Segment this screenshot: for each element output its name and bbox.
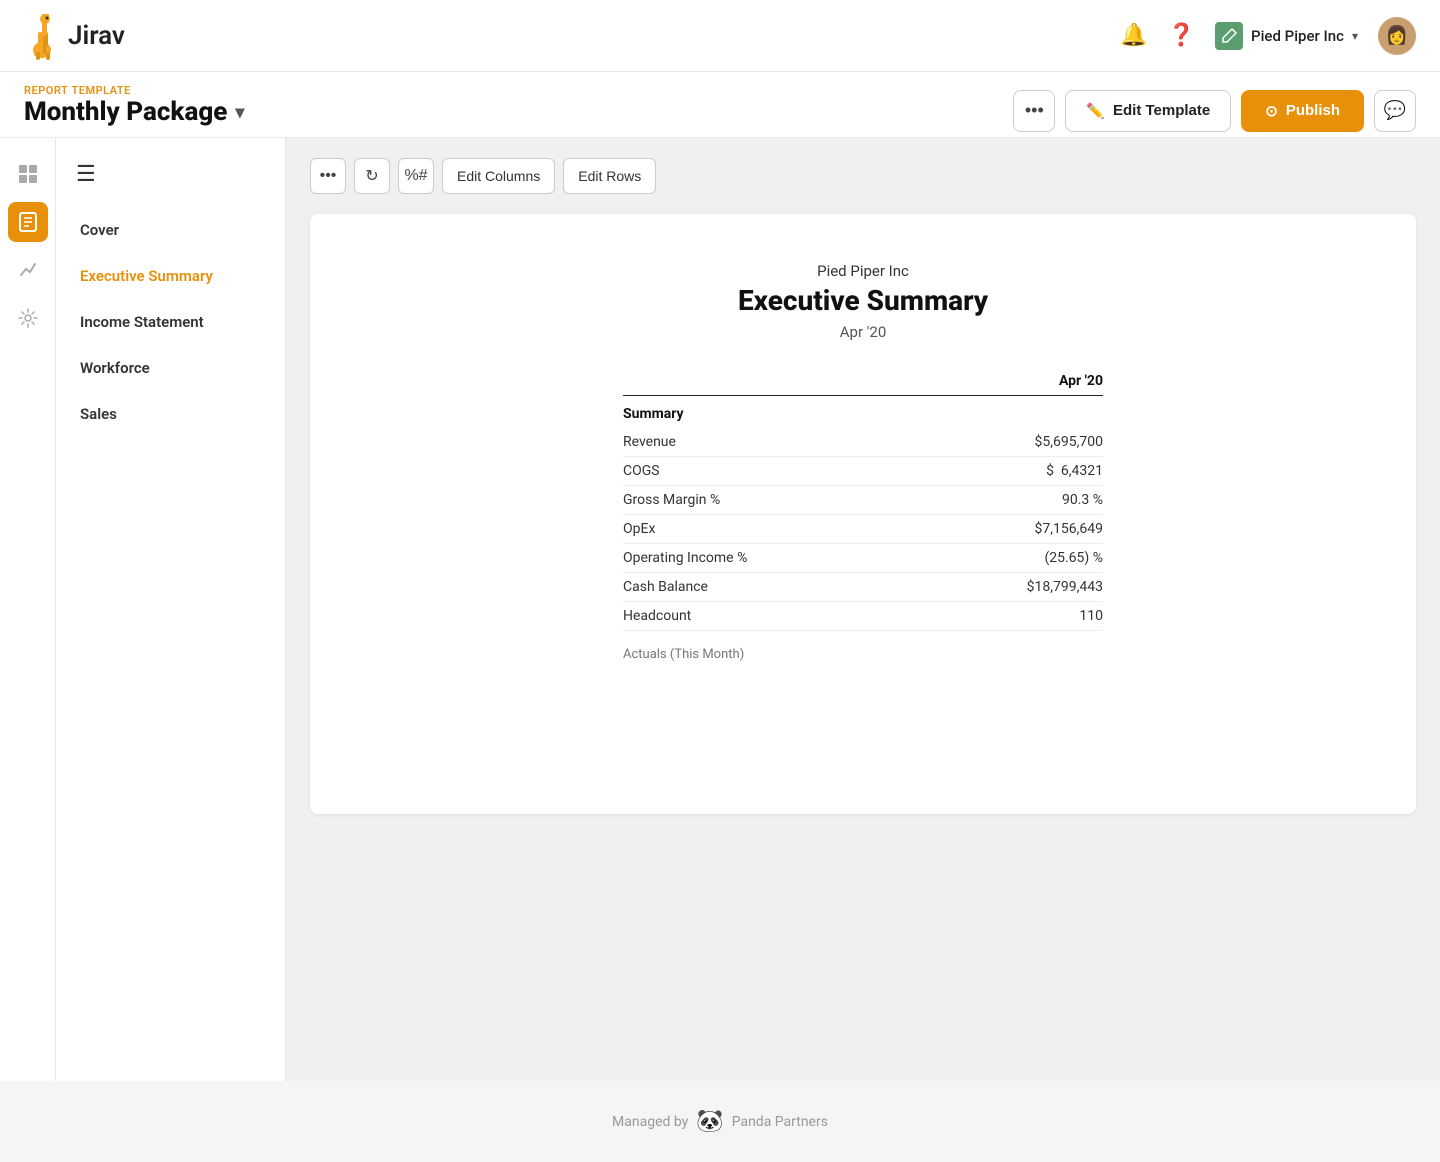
notifications-icon[interactable]: 🔔 <box>1120 23 1147 48</box>
row-label-cogs: COGS <box>623 463 660 479</box>
row-label-gross-margin: Gross Margin % <box>623 492 720 508</box>
nav-right: 🔔 ❓ Pied Piper Inc ▾ 👩 <box>1120 17 1416 55</box>
sub-header-actions: ••• ✏️ Edit Template ⊙ Publish 💬 <box>1013 90 1416 132</box>
section-label-summary: Summary <box>623 396 1103 428</box>
row-value-headcount: 110 <box>983 608 1103 624</box>
report-title-chevron-icon[interactable]: ▾ <box>235 102 244 123</box>
hamburger-icon[interactable]: ☰ <box>56 154 285 207</box>
help-icon[interactable]: ❓ <box>1168 23 1195 48</box>
table-row: Revenue $5,695,700 <box>623 428 1103 457</box>
publish-circle-icon: ⊙ <box>1265 102 1278 120</box>
comment-button[interactable]: 💬 <box>1374 90 1416 132</box>
table-row: OpEx $7,156,649 <box>623 515 1103 544</box>
row-label-headcount: Headcount <box>623 608 691 624</box>
toolbar-format-button[interactable]: %# <box>398 158 434 194</box>
company-name: Pied Piper Inc <box>1251 27 1344 45</box>
toolbar: ••• ↻ %# Edit Columns Edit Rows <box>310 158 1416 194</box>
sidebar-icon-reports[interactable] <box>8 202 48 242</box>
edit-template-button[interactable]: ✏️ Edit Template <box>1065 90 1231 132</box>
publish-button[interactable]: ⊙ Publish <box>1241 90 1364 132</box>
sidebar-item-workforce[interactable]: Workforce <box>56 345 285 391</box>
table-row: Gross Margin % 90.3 % <box>623 486 1103 515</box>
report-date: Apr '20 <box>350 323 1376 341</box>
edit-rows-button[interactable]: Edit Rows <box>563 158 656 194</box>
table-row: Operating Income % (25.65) % <box>623 544 1103 573</box>
sidebar-item-income-statement[interactable]: Income Statement <box>56 299 285 345</box>
sub-header: REPORT TEMPLATE Monthly Package ▾ ••• ✏️… <box>0 72 1440 138</box>
sidebar-icon-dashboard[interactable] <box>8 154 48 194</box>
company-selector[interactable]: Pied Piper Inc ▾ <box>1215 22 1358 50</box>
footer: Managed by 🐼 Panda Partners <box>0 1081 1440 1162</box>
row-value-revenue: $5,695,700 <box>983 434 1103 450</box>
report-card: Pied Piper Inc Executive Summary Apr '20… <box>310 214 1416 814</box>
report-company-name: Pied Piper Inc <box>350 262 1376 280</box>
panda-icon: 🐼 <box>696 1109 723 1134</box>
row-label-operating-income: Operating Income % <box>623 550 747 566</box>
sidebar-icon-settings[interactable] <box>8 298 48 338</box>
sidebar-icon-analytics[interactable] <box>8 250 48 290</box>
toolbar-more-button[interactable]: ••• <box>310 158 346 194</box>
report-label: REPORT TEMPLATE <box>24 84 244 97</box>
actuals-label: Actuals (This Month) <box>623 647 1103 662</box>
app-name: Jirav <box>68 21 125 51</box>
comment-icon: 💬 <box>1384 100 1406 121</box>
report-section-title: Executive Summary <box>350 284 1376 317</box>
report-title: Monthly Package ▾ <box>24 97 244 137</box>
row-value-gross-margin: 90.3 % <box>983 492 1103 508</box>
row-label-opex: OpEx <box>623 521 655 537</box>
row-value-operating-income: (25.65) % <box>983 550 1103 566</box>
table-row: COGS $ 6,4321 <box>623 457 1103 486</box>
company-logo <box>1215 22 1243 50</box>
edit-columns-button[interactable]: Edit Columns <box>442 158 555 194</box>
avatar[interactable]: 👩 <box>1378 17 1416 55</box>
row-value-cash-balance: $18,799,443 <box>983 579 1103 595</box>
table-row: Cash Balance $18,799,443 <box>623 573 1103 602</box>
row-value-cogs: $ 6,4321 <box>983 463 1103 479</box>
row-value-opex: $7,156,649 <box>983 521 1103 537</box>
row-label-revenue: Revenue <box>623 434 676 450</box>
table-row: Headcount 110 <box>623 602 1103 631</box>
pencil-icon <box>1220 27 1238 45</box>
col-header-apr: Apr '20 <box>983 373 1103 389</box>
content-area: ••• ↻ %# Edit Columns Edit Rows Pied Pip… <box>286 138 1440 1081</box>
sidebar-item-executive-summary[interactable]: Executive Summary <box>56 253 285 299</box>
summary-table: Apr '20 Summary Revenue $5,695,700 COGS … <box>623 373 1103 662</box>
toolbar-refresh-button[interactable]: ↻ <box>354 158 390 194</box>
giraffe-icon <box>24 12 60 60</box>
nav-sidebar: ☰ Cover Executive Summary Income Stateme… <box>56 138 286 1081</box>
logo[interactable]: Jirav <box>24 12 125 60</box>
main-layout: ☰ Cover Executive Summary Income Stateme… <box>0 138 1440 1081</box>
report-info: REPORT TEMPLATE Monthly Package ▾ <box>24 84 244 137</box>
table-header: Apr '20 <box>623 373 1103 396</box>
pencil-edit-icon: ✏️ <box>1086 102 1105 120</box>
more-options-button[interactable]: ••• <box>1013 90 1055 132</box>
row-label-cash-balance: Cash Balance <box>623 579 708 595</box>
footer-managed-text: Managed by <box>612 1114 688 1130</box>
icon-sidebar <box>0 138 56 1081</box>
company-chevron-icon: ▾ <box>1352 29 1358 43</box>
sidebar-item-sales[interactable]: Sales <box>56 391 285 437</box>
footer-partner-text: Panda Partners <box>732 1114 828 1130</box>
top-nav: Jirav 🔔 ❓ Pied Piper Inc ▾ 👩 <box>0 0 1440 72</box>
sidebar-item-cover[interactable]: Cover <box>56 207 285 253</box>
